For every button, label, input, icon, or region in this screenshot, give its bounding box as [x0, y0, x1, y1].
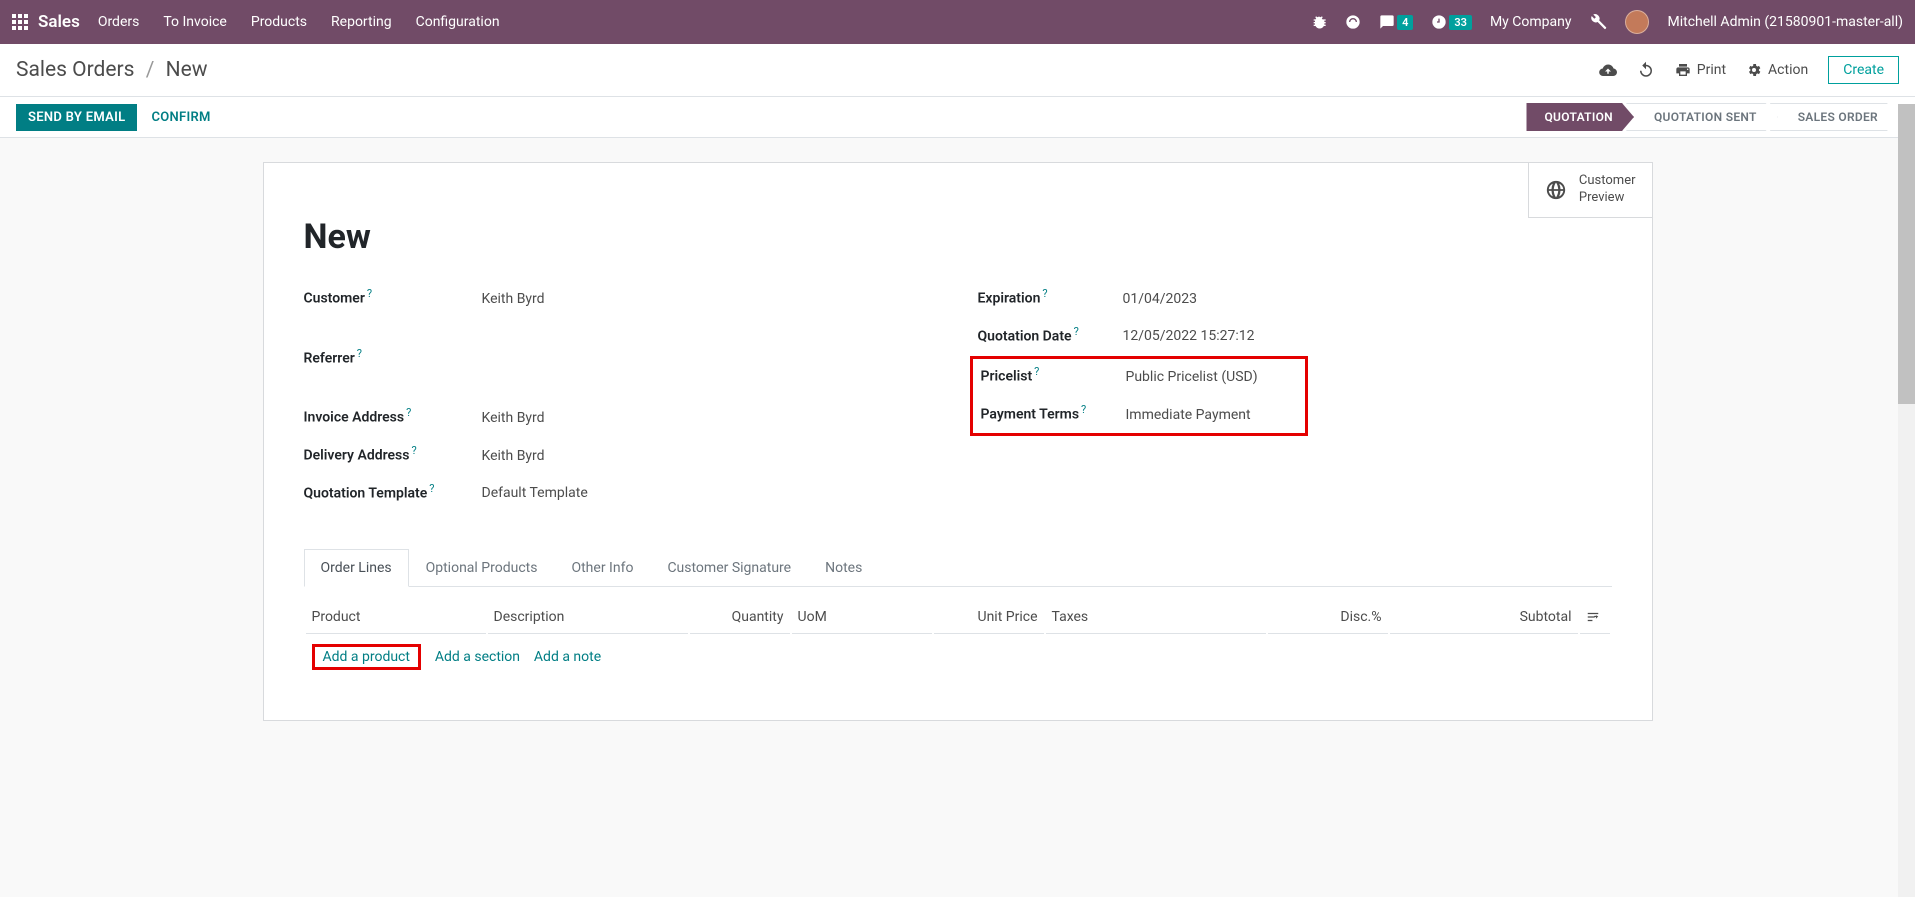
delivery-address-label: Delivery Address [304, 448, 410, 464]
messages-badge: 4 [1397, 15, 1413, 30]
customer-preview-button[interactable]: Customer Preview [1528, 162, 1653, 218]
expiration-label: Expiration [978, 291, 1041, 307]
col-disc: Disc.% [1268, 601, 1388, 634]
print-button[interactable]: Print [1675, 62, 1726, 78]
col-quantity: Quantity [690, 601, 790, 634]
payment-terms-value[interactable]: Immediate Payment [1126, 407, 1251, 423]
add-section-link[interactable]: Add a section [435, 649, 520, 665]
support-icon[interactable] [1345, 14, 1361, 30]
menu-configuration[interactable]: Configuration [416, 14, 500, 30]
invoice-address-value[interactable]: Keith Byrd [482, 410, 545, 426]
form-wrap: Customer Preview New Customer? Keith Byr… [0, 138, 1915, 745]
col-subtotal: Subtotal [1390, 601, 1578, 634]
main-menu: Orders To Invoice Products Reporting Con… [98, 14, 500, 30]
confirm-button[interactable]: CONFIRM [151, 104, 210, 131]
quote-date-value[interactable]: 12/05/2022 15:27:12 [1123, 328, 1255, 344]
tab-order-lines[interactable]: Order Lines [304, 549, 409, 587]
menu-reporting[interactable]: Reporting [331, 14, 392, 30]
order-lines-table: Product Description Quantity UoM Unit Pr… [304, 599, 1612, 680]
left-column: Customer? Keith Byrd Referrer? Invoice A… [304, 287, 938, 519]
tab-customer-signature[interactable]: Customer Signature [650, 549, 808, 587]
activities-icon[interactable]: 33 [1431, 14, 1472, 30]
scrollbar-thumb[interactable] [1898, 104, 1915, 404]
quote-template-label: Quotation Template [304, 485, 428, 501]
add-note-link[interactable]: Add a note [534, 649, 601, 665]
pricelist-value[interactable]: Public Pricelist (USD) [1126, 369, 1258, 385]
add-product-link[interactable]: Add a product [312, 644, 421, 670]
col-taxes: Taxes [1046, 601, 1266, 634]
tab-notes[interactable]: Notes [808, 549, 879, 587]
delivery-address-value[interactable]: Keith Byrd [482, 448, 545, 464]
user-menu[interactable]: Mitchell Admin (21580901-master-all) [1667, 14, 1903, 30]
discard-icon[interactable] [1637, 61, 1655, 79]
step-quotation-sent[interactable]: QUOTATION SENT [1626, 103, 1778, 131]
print-label: Print [1697, 62, 1726, 78]
quote-template-value[interactable]: Default Template [482, 485, 588, 501]
col-unit-price: Unit Price [934, 601, 1044, 634]
breadcrumb-parent[interactable]: Sales Orders [16, 58, 134, 82]
referrer-label: Referrer [304, 350, 355, 366]
step-quotation[interactable]: QUOTATION [1526, 103, 1633, 131]
pricelist-label: Pricelist [981, 369, 1033, 385]
col-options-icon[interactable] [1580, 601, 1610, 634]
payment-terms-label: Payment Terms [981, 407, 1080, 423]
expiration-value[interactable]: 01/04/2023 [1123, 291, 1198, 307]
quote-date-label: Quotation Date [978, 328, 1072, 344]
customer-label: Customer [304, 291, 365, 307]
col-description: Description [488, 601, 688, 634]
avatar[interactable] [1625, 10, 1649, 34]
activities-badge: 33 [1449, 15, 1472, 30]
col-uom: UoM [792, 601, 932, 634]
apps-icon[interactable] [12, 14, 28, 30]
col-product: Product [306, 601, 486, 634]
menu-products[interactable]: Products [251, 14, 307, 30]
tab-other-info[interactable]: Other Info [554, 549, 650, 587]
action-button[interactable]: Action [1746, 62, 1808, 78]
send-by-email-button[interactable]: SEND BY EMAIL [16, 104, 137, 131]
customer-preview-line2: Preview [1579, 190, 1636, 207]
cloud-save-icon[interactable] [1599, 61, 1617, 79]
breadcrumb-current: New [166, 58, 208, 82]
create-button[interactable]: Create [1828, 56, 1899, 84]
customer-preview-line1: Customer [1579, 173, 1636, 190]
form-sheet: Customer Preview New Customer? Keith Byr… [263, 162, 1653, 721]
app-brand[interactable]: Sales [38, 12, 80, 32]
menu-orders[interactable]: Orders [98, 14, 140, 30]
tab-optional-products[interactable]: Optional Products [409, 549, 555, 587]
customer-value[interactable]: Keith Byrd [482, 291, 545, 307]
breadcrumb-sep: / [146, 58, 155, 82]
step-sales-order[interactable]: SALES ORDER [1770, 103, 1899, 131]
status-bar: SEND BY EMAIL CONFIRM QUOTATION QUOTATIO… [0, 97, 1915, 138]
menu-to-invoice[interactable]: To Invoice [163, 14, 227, 30]
breadcrumb-bar: Sales Orders / New Print Action Create [0, 44, 1915, 97]
right-column: Expiration? 01/04/2023 Quotation Date? 1… [978, 287, 1612, 519]
top-nav: Sales Orders To Invoice Products Reporti… [0, 0, 1915, 44]
company-switcher[interactable]: My Company [1490, 14, 1572, 30]
table-row: Add a product Add a section Add a note [306, 636, 1610, 678]
tabs: Order Lines Optional Products Other Info… [304, 549, 1612, 587]
scrollbar[interactable] [1898, 104, 1915, 897]
tools-icon[interactable] [1589, 13, 1607, 31]
record-title: New [304, 217, 1612, 257]
status-steps: QUOTATION QUOTATION SENT SALES ORDER [1526, 103, 1899, 131]
breadcrumb: Sales Orders / New [16, 58, 208, 82]
globe-icon [1545, 179, 1567, 201]
action-label: Action [1768, 62, 1808, 78]
debug-icon[interactable] [1311, 14, 1327, 30]
invoice-address-label: Invoice Address [304, 410, 405, 426]
messages-icon[interactable]: 4 [1379, 14, 1413, 30]
